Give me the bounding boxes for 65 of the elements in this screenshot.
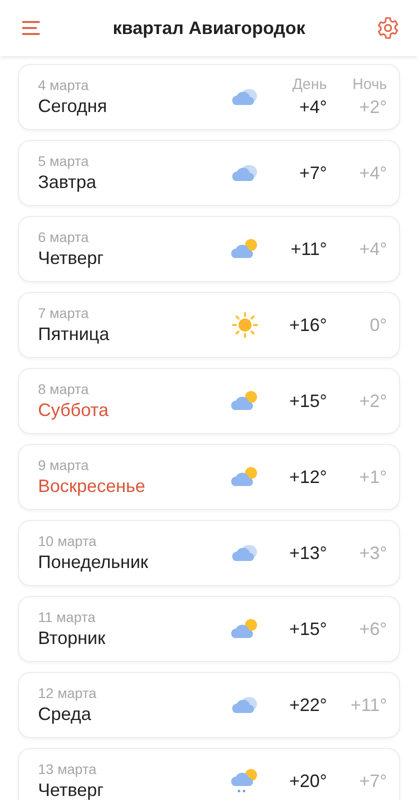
date-label: 6 марта [38, 229, 90, 245]
day-name: Вторник [38, 628, 106, 649]
date-label: 11 марта [38, 609, 96, 625]
day-temperature: +15° [289, 618, 327, 640]
rain-cloud-sun-icon [231, 768, 259, 794]
day-name: Сегодня [38, 96, 108, 117]
cloud-sun-icon [231, 390, 259, 412]
cloud-sun-icon [231, 238, 259, 260]
day-temperature: +7° [299, 162, 327, 184]
day-temperature: +16° [289, 314, 327, 336]
clouds-icon [231, 86, 259, 108]
night-temperature: +2° [359, 390, 387, 412]
night-temperature: +4° [359, 238, 387, 260]
day-name: Четверг [38, 780, 105, 800]
day-name: Среда [38, 704, 92, 725]
forecast-card[interactable]: 13 марта Четверг +20° +7° [18, 748, 400, 800]
day-name: Суббота [38, 400, 110, 421]
forecast-card[interactable]: 5 марта Завтра +7° +4° [18, 140, 400, 206]
date-label: 10 марта [38, 533, 98, 549]
day-name: Понедельник [38, 552, 150, 573]
day-temperature: +15° [289, 390, 327, 412]
day-name: Пятница [38, 324, 110, 345]
day-name: Завтра [38, 172, 98, 193]
settings-icon[interactable] [376, 16, 400, 40]
day-temperature: +22° [289, 694, 327, 716]
day-column-label: День [292, 76, 327, 93]
date-label: 12 марта [38, 685, 98, 701]
day-temperature: +12° [289, 466, 327, 488]
clouds-icon [231, 542, 259, 564]
night-temperature: +11° [350, 694, 387, 716]
date-label: 9 марта [38, 457, 90, 473]
forecast-card[interactable]: 6 марта Четверг +11° +4° [18, 216, 400, 282]
forecast-card[interactable]: 4 марта Сегодня День +4° Ночь +2° [18, 64, 400, 130]
night-temperature: +6° [359, 618, 387, 640]
day-temperature: +20° [289, 770, 327, 792]
night-temperature: +1° [359, 466, 387, 488]
night-temperature: 0° [370, 314, 387, 336]
date-label: 4 марта [38, 77, 90, 93]
date-label: 8 марта [38, 381, 90, 397]
clouds-icon [231, 162, 259, 184]
night-column-label: Ночь [352, 76, 387, 93]
forecast-card[interactable]: 11 марта Вторник +15° +6° [18, 596, 400, 662]
forecast-card[interactable]: 10 марта Понедельник +13° +3° [18, 520, 400, 586]
night-temperature: +2° [359, 97, 387, 118]
day-temperature: +4° [299, 97, 327, 118]
forecast-card[interactable]: 9 марта Воскресенье +12° +1° [18, 444, 400, 510]
date-label: 13 марта [38, 761, 98, 777]
menu-icon[interactable] [22, 20, 42, 36]
day-name: Четверг [38, 248, 105, 269]
day-name: Воскресенье [38, 476, 146, 497]
forecast-card[interactable]: 8 марта Суббота +15° +2° [18, 368, 400, 434]
sun-icon [232, 312, 258, 338]
night-temperature: +4° [359, 162, 387, 184]
cloud-sun-icon [231, 466, 259, 488]
cloud-sun-icon [231, 618, 259, 640]
day-temperature: +13° [289, 542, 327, 564]
forecast-card[interactable]: 12 марта Среда +22° +11° [18, 672, 400, 738]
night-temperature: +3° [359, 542, 387, 564]
night-temperature: +7° [359, 770, 387, 792]
clouds-icon [231, 694, 259, 716]
date-label: 7 марта [38, 305, 90, 321]
forecast-card[interactable]: 7 марта Пятница +16° 0° [18, 292, 400, 358]
date-label: 5 марта [38, 153, 90, 169]
day-temperature: +11° [290, 238, 327, 260]
location-title: квартал Авиагородок [112, 18, 306, 38]
